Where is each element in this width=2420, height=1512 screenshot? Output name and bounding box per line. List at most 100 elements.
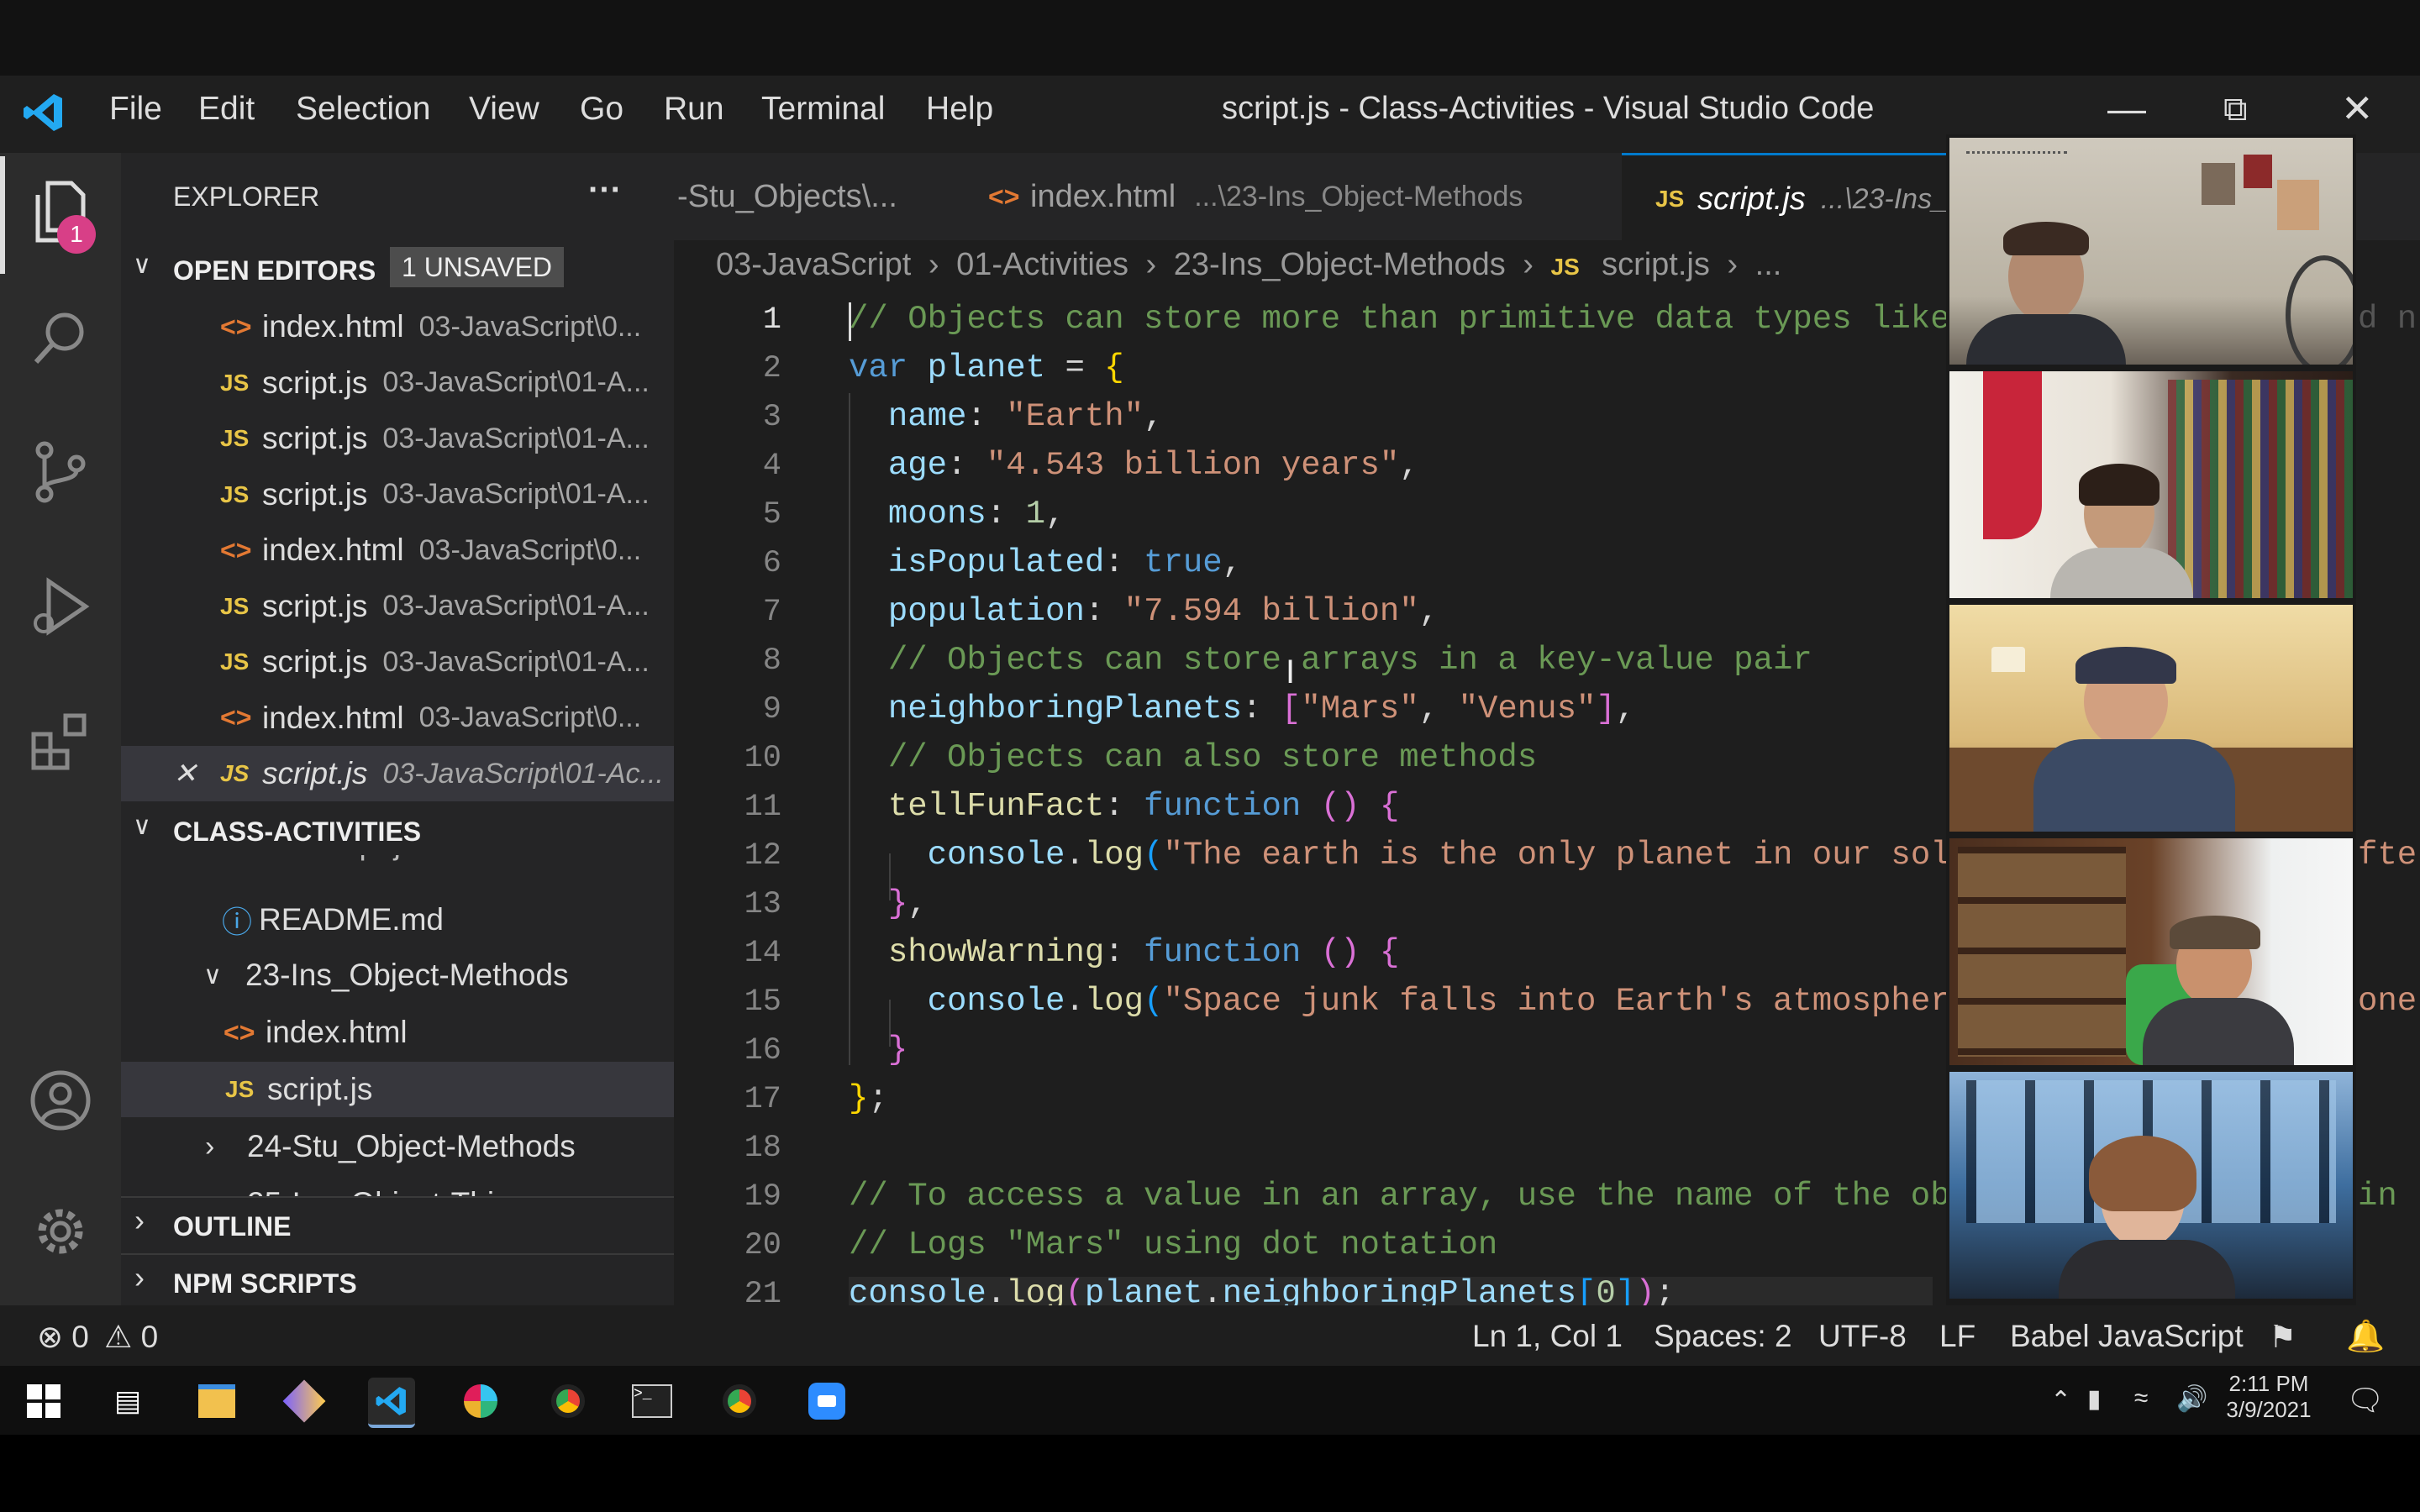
curtain (1983, 371, 2042, 539)
code-line-4[interactable]: age: "4.543 billion years", (849, 447, 1419, 494)
volume-icon[interactable]: 🔊 (2176, 1384, 2207, 1414)
file-explorer-icon[interactable] (193, 1378, 240, 1425)
open-editors-label: OPEN EDITORS (173, 255, 376, 286)
code-line-13[interactable]: }, (849, 885, 928, 932)
code-line-18[interactable] (849, 1129, 868, 1176)
problems-indicator[interactable]: ⊗ 0 ⚠ 0 (37, 1319, 158, 1355)
code-line-5[interactable]: moons: 1, (849, 496, 1065, 543)
code-line-9[interactable]: neighboringPlanets: ["Mars", "Venus"], (849, 690, 1635, 738)
menu-edit[interactable]: Edit (198, 91, 255, 128)
chevron-up-icon[interactable]: ⌃ (2050, 1386, 2071, 1415)
code-line-20[interactable]: // Logs "Mars" using dot notation (849, 1226, 1497, 1273)
wifi-icon[interactable]: ≈ (2134, 1384, 2148, 1413)
open-editor-item[interactable]: JS script.js 03-JavaScript\01-A... (121, 579, 674, 634)
extensions-icon[interactable] (25, 706, 96, 776)
code-line-17[interactable]: }; (849, 1080, 888, 1127)
open-editor-item[interactable]: JS script.js 03-JavaScript\01-A... (121, 355, 674, 411)
participant-video-1[interactable] (1949, 138, 2353, 365)
open-editor-item[interactable]: ✕ JS script.js 03-JavaScript\01-Ac... (121, 746, 674, 801)
code-line-3[interactable]: name: "Earth", (849, 398, 1164, 445)
outline-header[interactable]: › OUTLINE (121, 1196, 674, 1250)
cursor-position[interactable]: Ln 1, Col 1 (1472, 1319, 1623, 1354)
menu-run[interactable]: Run (664, 91, 724, 128)
open-editor-item[interactable]: JS script.js 03-JavaScript\01-A... (121, 411, 674, 466)
clock[interactable]: 2:11 PM 3/9/2021 (2218, 1371, 2319, 1423)
restore-icon[interactable]: ⧉ (2223, 91, 2248, 129)
breadcrumb-item[interactable]: 01-Activities (956, 247, 1128, 282)
participant-video-4[interactable] (1949, 838, 2353, 1065)
menu-go[interactable]: Go (580, 91, 623, 128)
code-line-16[interactable]: } (849, 1032, 908, 1079)
breadcrumb-item[interactable]: 23-Ins_Object-Methods (1174, 247, 1506, 282)
source-control-icon[interactable] (25, 437, 96, 507)
open-editor-item[interactable]: <> index.html 03-JavaScript\0... (121, 690, 674, 746)
breadcrumb-item[interactable]: 03-JavaScript (716, 247, 911, 282)
code-line-12[interactable]: console.log("The earth is the only plane… (849, 837, 1950, 884)
open-editor-item[interactable]: <> index.html 03-JavaScript\0... (121, 522, 674, 578)
language-mode[interactable]: Babel JavaScript (2010, 1319, 2244, 1354)
class-activities-header[interactable]: ∨ CLASS-ACTIVITIES (121, 805, 674, 855)
chrome-profile-icon[interactable] (716, 1378, 763, 1425)
breadcrumb-item[interactable]: script.js (1602, 247, 1710, 282)
indentation[interactable]: Spaces: 2 (1654, 1319, 1792, 1354)
vscode-taskbar-icon[interactable] (368, 1378, 415, 1428)
tab-stu-objects[interactable]: -Stu_Objects\... (677, 153, 955, 240)
tree-folder-24[interactable]: › 24-Stu_Object-Methods (121, 1119, 674, 1174)
menu-file[interactable]: File (109, 91, 162, 128)
participant-video-3[interactable] (1949, 605, 2353, 832)
open-editor-item[interactable]: JS script.js 03-JavaScript\01-A... (121, 634, 674, 690)
code-line-14[interactable]: showWarning: function () { (849, 934, 1400, 981)
accounts-icon[interactable] (25, 1065, 96, 1136)
battery-icon[interactable]: ▮ (2087, 1384, 2102, 1414)
bookshelf (2168, 380, 2353, 598)
slack-icon[interactable] (457, 1378, 504, 1425)
menu-terminal[interactable]: Terminal (761, 91, 885, 128)
encoding[interactable]: UTF-8 (1818, 1319, 1907, 1354)
settings-gear-icon[interactable] (25, 1196, 96, 1267)
menu-help[interactable]: Help (926, 91, 993, 128)
npm-scripts-header[interactable]: › NPM SCRIPTS (121, 1253, 674, 1307)
chrome-icon[interactable] (544, 1378, 592, 1425)
code-line-19[interactable]: // To access a value in an array, use th… (849, 1178, 1950, 1225)
gitkraken-icon[interactable] (281, 1378, 328, 1425)
line-number: 12 (744, 838, 781, 874)
tab-label: index.html (1030, 178, 1176, 214)
tree-item-index[interactable]: <> index.html (121, 1005, 674, 1060)
line-ending[interactable]: LF (1939, 1319, 1975, 1354)
action-center-icon[interactable]: 🗨 (2346, 1383, 2385, 1418)
task-view-icon[interactable]: ▤ (104, 1378, 151, 1425)
breadcrumb-item[interactable]: ... (1755, 247, 1782, 282)
open-editor-item[interactable]: JS script.js 03-JavaScript\01-A... (121, 467, 674, 522)
tree-item-script-selected[interactable]: JS script.js (121, 1062, 674, 1117)
code-line-7[interactable]: population: "7.594 billion", (849, 593, 1439, 640)
tree-item-readme[interactable]: ⓘ README.md (121, 892, 674, 948)
tree-item-partial[interactable]: script.js (311, 855, 416, 862)
close-editor-icon[interactable]: ✕ (173, 757, 197, 790)
menu-view[interactable]: View (469, 91, 539, 128)
open-editors-header[interactable]: ∨ OPEN EDITORS 1 UNSAVED (121, 242, 674, 296)
tab-index-html[interactable]: <> index.html ...\23-Ins_Object-Methods (958, 153, 1644, 240)
open-editor-item[interactable]: <> index.html 03-JavaScript\0... (121, 299, 674, 354)
participant-video-5[interactable] (1949, 1072, 2353, 1299)
participant-video-2[interactable] (1949, 371, 2353, 598)
tab-script-js-active[interactable]: JS script.js ...\23-Ins_ (1622, 153, 1983, 243)
code-line-15[interactable]: console.log("Space junk falls into Earth… (849, 983, 1950, 1030)
search-icon[interactable] (25, 302, 96, 373)
terminal-icon[interactable]: >_ (629, 1378, 676, 1425)
feedback-icon[interactable]: ⚑ (2269, 1319, 2296, 1355)
notifications-bell-icon[interactable]: 🔔 (2346, 1319, 2385, 1355)
code-line-8[interactable]: // Objects can store arrays in a key-val… (849, 642, 1812, 689)
zoom-icon[interactable] (803, 1378, 850, 1425)
menu-selection[interactable]: Selection (296, 91, 430, 128)
run-debug-icon[interactable] (25, 571, 96, 642)
close-icon[interactable]: ✕ (2341, 86, 2374, 131)
code-line-6[interactable]: isPopulated: true, (849, 544, 1242, 591)
more-actions-icon[interactable]: ··· (588, 171, 622, 209)
windows-start-icon[interactable] (20, 1378, 67, 1425)
code-line-1[interactable]: // Objects can store more than primitive… (849, 301, 1950, 348)
tree-folder-23[interactable]: ∨ 23-Ins_Object-Methods (121, 948, 674, 1003)
code-line-10[interactable]: // Objects can also store methods (849, 739, 1537, 786)
code-line-11[interactable]: tellFunFact: function () { (849, 788, 1400, 835)
minimize-icon[interactable]: — (2107, 86, 2146, 131)
code-line-2[interactable]: var planet = { (849, 349, 1124, 396)
